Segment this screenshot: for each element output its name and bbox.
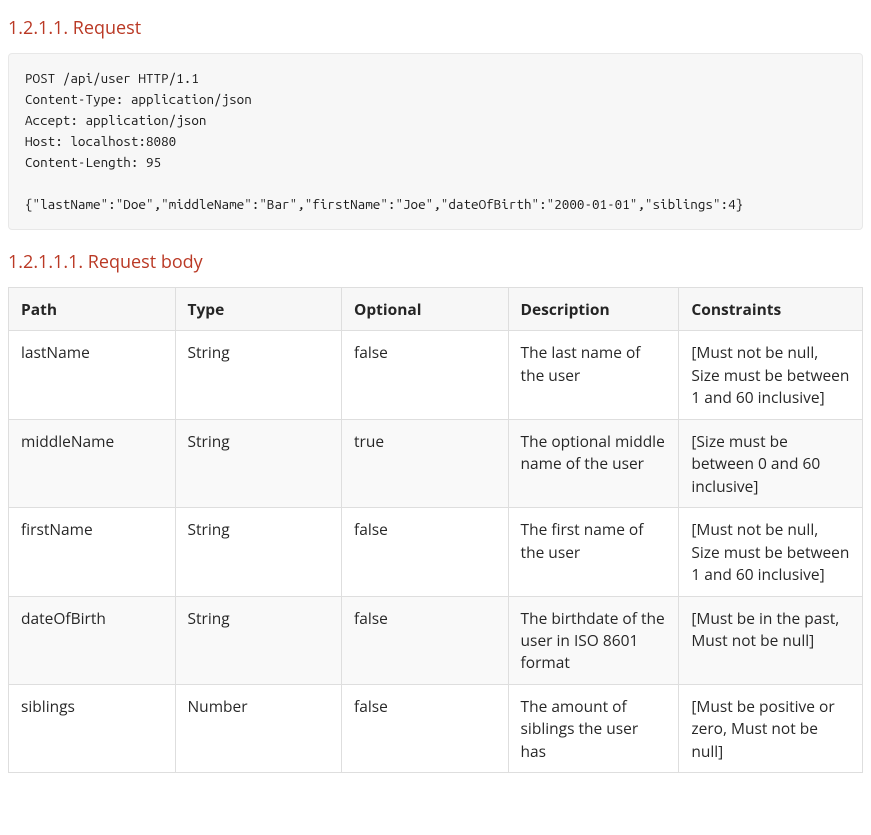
cell-type: String — [175, 508, 342, 596]
cell-path: firstName — [9, 508, 176, 596]
cell-description: The last name of the user — [508, 331, 679, 419]
request-body-table: Path Type Optional Description Constrain… — [8, 287, 863, 774]
cell-constraints: [Size must be between 0 and 60 inclusive… — [679, 419, 863, 507]
cell-optional: false — [342, 508, 509, 596]
header-path: Path — [9, 287, 176, 330]
header-constraints: Constraints — [679, 287, 863, 330]
table-header-row: Path Type Optional Description Constrain… — [9, 287, 863, 330]
cell-type: String — [175, 419, 342, 507]
cell-description: The optional middle name of the user — [508, 419, 679, 507]
table-row: firstName String false The first name of… — [9, 508, 863, 596]
cell-description: The birthdate of the user in ISO 8601 fo… — [508, 596, 679, 684]
header-type: Type — [175, 287, 342, 330]
cell-constraints: [Must be positive or zero, Must not be n… — [679, 684, 863, 772]
request-body-section-title: 1.2.1.1.1. Request body — [8, 250, 863, 275]
request-code-block: POST /api/user HTTP/1.1 Content-Type: ap… — [8, 53, 863, 229]
cell-optional: false — [342, 331, 509, 419]
cell-path: middleName — [9, 419, 176, 507]
cell-path: siblings — [9, 684, 176, 772]
table-row: dateOfBirth String false The birthdate o… — [9, 596, 863, 684]
cell-constraints: [Must not be null, Size must be between … — [679, 331, 863, 419]
cell-constraints: [Must be in the past, Must not be null] — [679, 596, 863, 684]
cell-constraints: [Must not be null, Size must be between … — [679, 508, 863, 596]
table-row: siblings Number false The amount of sibl… — [9, 684, 863, 772]
cell-description: The amount of siblings the user has — [508, 684, 679, 772]
cell-path: dateOfBirth — [9, 596, 176, 684]
table-row: lastName String false The last name of t… — [9, 331, 863, 419]
request-section-title: 1.2.1.1. Request — [8, 16, 863, 41]
cell-optional: true — [342, 419, 509, 507]
cell-description: The first name of the user — [508, 508, 679, 596]
cell-optional: false — [342, 596, 509, 684]
cell-type: Number — [175, 684, 342, 772]
cell-path: lastName — [9, 331, 176, 419]
header-optional: Optional — [342, 287, 509, 330]
cell-optional: false — [342, 684, 509, 772]
header-description: Description — [508, 287, 679, 330]
table-row: middleName String true The optional midd… — [9, 419, 863, 507]
cell-type: String — [175, 331, 342, 419]
cell-type: String — [175, 596, 342, 684]
